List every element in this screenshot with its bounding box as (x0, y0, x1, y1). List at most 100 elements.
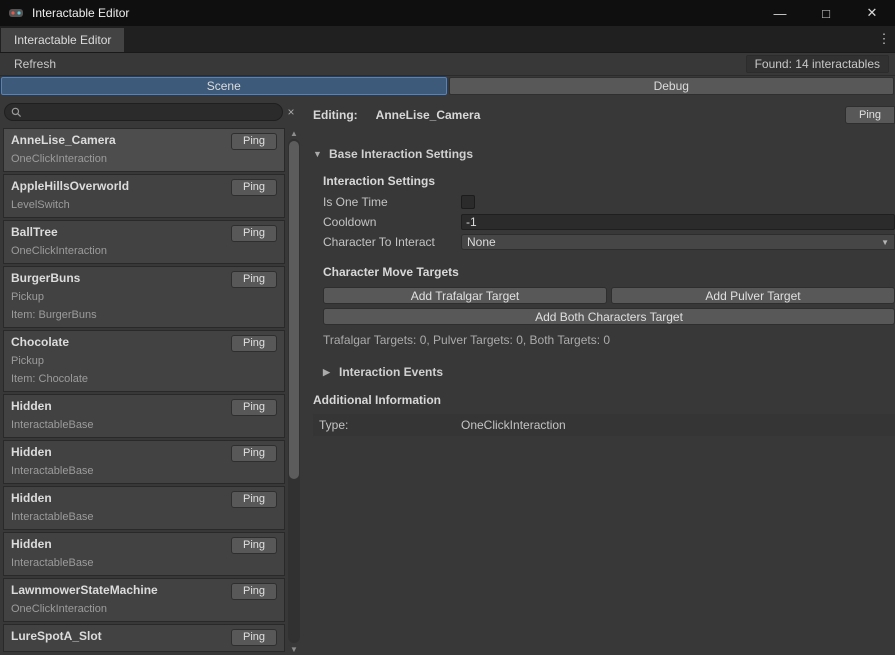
targets-summary: Trafalgar Targets: 0, Pulver Targets: 0,… (323, 333, 895, 347)
tab-debug[interactable]: Debug (449, 77, 895, 95)
ping-button[interactable]: Ping (231, 271, 277, 288)
list-item[interactable]: Hidden InteractableBasePing (3, 532, 285, 576)
item-text: LureSpotA_Slot (11, 629, 231, 644)
item-subtitle: InteractableBase (11, 465, 231, 478)
window: Interactable Editor — □ ✕ Interactable E… (0, 0, 895, 655)
foldout-open-icon: ▼ (313, 149, 323, 159)
base-settings-section: Interaction Settings Is One Time Cooldow… (323, 161, 895, 379)
add-both-button[interactable]: Add Both Characters Target (323, 308, 895, 325)
ping-button[interactable]: Ping (231, 491, 277, 508)
minimize-button[interactable]: — (757, 0, 803, 26)
dropdown-arrow-icon: ▼ (881, 238, 889, 247)
inspector-ping-button[interactable]: Ping (845, 106, 895, 124)
cooldown-label: Cooldown (323, 215, 461, 229)
cooldown-row: Cooldown (323, 212, 895, 232)
is-one-time-row: Is One Time (323, 192, 895, 212)
item-subtitle: Pickup (11, 291, 231, 304)
item-name: BallTree (11, 225, 231, 240)
list-item[interactable]: ChocolatePickupItem: ChocolatePing (3, 330, 285, 392)
view-tabs: Scene Debug (0, 76, 895, 97)
ping-button[interactable]: Ping (231, 583, 277, 600)
foldout-base-label: Base Interaction Settings (329, 147, 473, 161)
list-scrollbar[interactable]: ▲ ▼ (287, 127, 301, 655)
inspector-panel: Editing: AnneLise_Camera Ping ▼ Base Int… (301, 97, 895, 655)
item-subtitle: OneClickInteraction (11, 603, 231, 616)
list-item[interactable]: LureSpotA_SlotPing (3, 624, 285, 652)
item-subtitle: InteractableBase (11, 557, 231, 570)
list-item[interactable]: LawnmowerStateMachine OneClickInteraction… (3, 578, 285, 622)
item-subtitle: OneClickInteraction (11, 153, 231, 166)
tab-scene-label: Scene (207, 79, 241, 93)
ping-button[interactable]: Ping (231, 629, 277, 646)
item-name: Hidden (11, 445, 231, 460)
window-controls: — □ ✕ (757, 0, 895, 26)
scene-list-panel: × AnneLise_CameraOneClickInteractionPing… (0, 97, 301, 655)
list-item[interactable]: BallTreeOneClickInteractionPing (3, 220, 285, 264)
list-item[interactable]: Hidden InteractableBasePing (3, 394, 285, 438)
character-row: Character To Interact None ▼ (323, 232, 895, 252)
item-text: AnneLise_Camera OneClickInteraction (11, 133, 231, 166)
item-text: HiddenInteractableBase (11, 491, 231, 524)
item-name: BurgerBuns (11, 271, 231, 286)
cooldown-input[interactable] (461, 214, 895, 230)
editing-label: Editing: (313, 108, 358, 122)
type-value: OneClickInteraction (461, 418, 566, 432)
item-text: Hidden InteractableBase (11, 399, 231, 432)
list-item[interactable]: HiddenInteractableBasePing (3, 486, 285, 530)
item-text: LawnmowerStateMachine OneClickInteraction (11, 583, 231, 616)
app-icon (8, 5, 24, 21)
item-name: Hidden (11, 399, 231, 414)
tab-strip: Interactable Editor ⋮ (0, 26, 895, 53)
ping-button[interactable]: Ping (231, 225, 277, 242)
list-item[interactable]: AnneLise_Camera OneClickInteractionPing (3, 128, 285, 172)
ping-button[interactable]: Ping (231, 445, 277, 462)
list-item[interactable]: BurgerBunsPickupItem: BurgerBunsPing (3, 266, 285, 328)
editing-value: AnneLise_Camera (376, 108, 481, 122)
foldout-base-settings[interactable]: ▼ Base Interaction Settings (313, 147, 895, 161)
ping-button[interactable]: Ping (231, 335, 277, 352)
tab-scene[interactable]: Scene (1, 77, 447, 95)
target-buttons-row: Add Trafalgar Target Add Pulver Target (323, 287, 895, 304)
item-name: AnneLise_Camera (11, 133, 231, 148)
scroll-up-icon[interactable]: ▲ (288, 127, 300, 139)
item-text: BallTreeOneClickInteraction (11, 225, 231, 258)
move-targets-header: Character Move Targets (323, 265, 895, 279)
refresh-button[interactable]: Refresh (6, 55, 64, 73)
item-subtitle: Pickup (11, 355, 231, 368)
is-one-time-checkbox[interactable] (461, 195, 475, 209)
ping-button[interactable]: Ping (231, 399, 277, 416)
item-name: Hidden (11, 537, 231, 552)
tab-interactable-editor[interactable]: Interactable Editor (1, 28, 124, 52)
search-row: × (0, 97, 301, 127)
character-dropdown[interactable]: None ▼ (461, 234, 895, 250)
ping-button[interactable]: Ping (231, 133, 277, 150)
add-pulver-button[interactable]: Add Pulver Target (611, 287, 895, 304)
main-content: × AnneLise_CameraOneClickInteractionPing… (0, 97, 895, 655)
kebab-menu-icon[interactable]: ⋮ (876, 26, 892, 52)
maximize-button[interactable]: □ (803, 0, 849, 26)
scroll-down-icon[interactable]: ▼ (288, 643, 300, 655)
editing-row: Editing: AnneLise_Camera Ping (313, 105, 895, 125)
search-icon (11, 107, 22, 118)
type-row: Type: OneClickInteraction (313, 414, 895, 436)
foldout-interaction-events[interactable]: ▶ Interaction Events (323, 365, 895, 379)
ping-button[interactable]: Ping (231, 537, 277, 554)
scroll-track[interactable] (288, 139, 300, 643)
search-input[interactable] (26, 106, 276, 118)
item-name: LawnmowerStateMachine (11, 583, 231, 598)
list-item[interactable]: AppleHillsOverworldLevelSwitchPing (3, 174, 285, 218)
list-item[interactable]: Hidden InteractableBasePing (3, 440, 285, 484)
scroll-thumb[interactable] (289, 141, 299, 479)
search-clear-button[interactable]: × (283, 105, 299, 119)
titlebar: Interactable Editor — □ ✕ (0, 0, 895, 26)
interactable-list: AnneLise_CameraOneClickInteractionPingAp… (0, 127, 287, 655)
tab-label: Interactable Editor (14, 33, 111, 47)
add-trafalgar-button[interactable]: Add Trafalgar Target (323, 287, 607, 304)
additional-info-header: Additional Information (313, 393, 895, 407)
window-title: Interactable Editor (32, 6, 129, 20)
item-subtitle: InteractableBase (11, 419, 231, 432)
tab-debug-label: Debug (654, 79, 689, 93)
ping-button[interactable]: Ping (231, 179, 277, 196)
close-button[interactable]: ✕ (849, 0, 895, 26)
character-dropdown-value: None (467, 235, 496, 249)
